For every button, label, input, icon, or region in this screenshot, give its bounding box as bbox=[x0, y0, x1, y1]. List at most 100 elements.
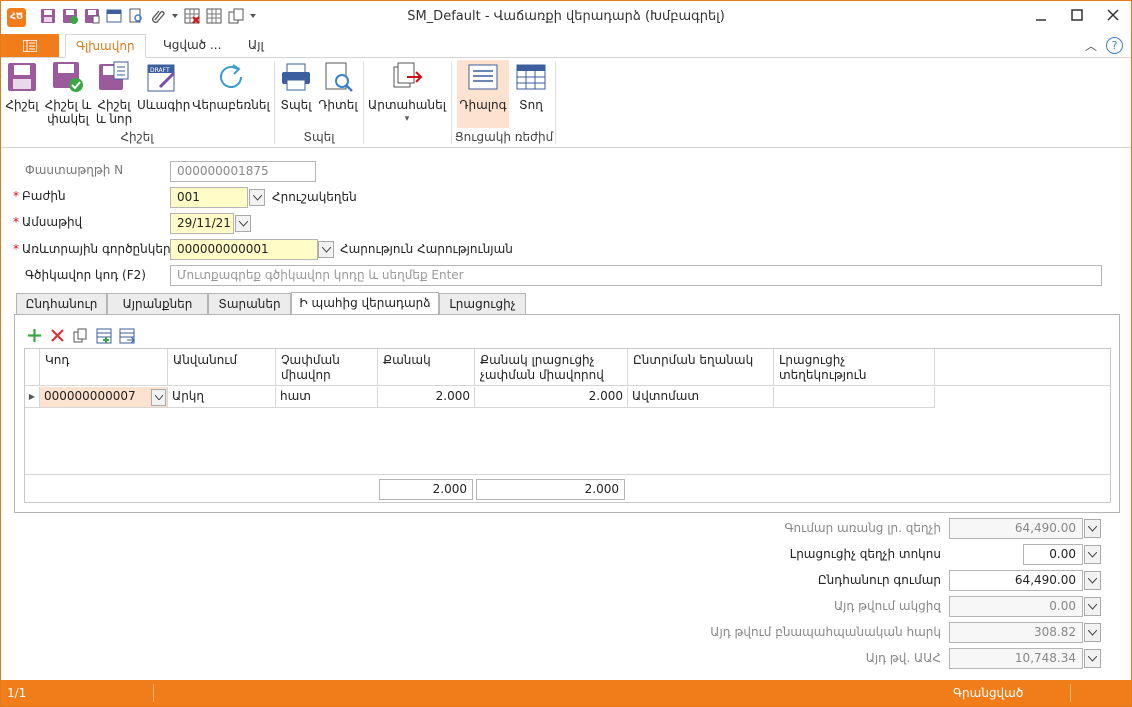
discount-pct-field[interactable]: 0.00 bbox=[1023, 544, 1083, 565]
column-header-code[interactable]: Կոդ bbox=[40, 349, 168, 386]
column-header-method[interactable]: Ընտրման եղանակ bbox=[628, 349, 774, 386]
grid-footer-divider bbox=[25, 474, 1110, 475]
department-field[interactable]: 001 bbox=[170, 187, 248, 208]
window-controls bbox=[1023, 1, 1131, 29]
excise-dropdown-icon[interactable] bbox=[1084, 597, 1101, 616]
delete-row-icon[interactable] bbox=[49, 327, 66, 344]
window-title: SM_Default - Վաճառքի վերադարձ (Խմբագրել) bbox=[407, 9, 725, 24]
barcode-label: Գծիկավոր կոդ (F2) bbox=[25, 268, 146, 282]
column-header-unit[interactable]: Չափման միավոր bbox=[276, 349, 378, 386]
row-indicator-header bbox=[25, 349, 40, 386]
cell-info[interactable] bbox=[774, 387, 935, 408]
tab-containers[interactable]: Տարաներ bbox=[208, 293, 291, 315]
row-pointer-icon: ▶ bbox=[25, 387, 40, 408]
total-amount-field[interactable]: 64,490.00 bbox=[949, 570, 1083, 591]
discount-pct-label: Լրացուցիչ զեղչի տոկոս bbox=[789, 547, 941, 561]
insert-rows-icon[interactable] bbox=[95, 327, 112, 344]
date-label: * Ամսաթիվ bbox=[13, 215, 83, 229]
save-button[interactable]: Հիշել bbox=[5, 60, 39, 112]
svg-text:DRAFT: DRAFT bbox=[150, 67, 170, 74]
copy-row-icon[interactable] bbox=[72, 327, 89, 344]
save-close-icon bbox=[43, 60, 93, 94]
cell-code[interactable]: 000000000007 bbox=[40, 387, 168, 408]
department-dropdown-icon[interactable] bbox=[249, 189, 265, 206]
reload-button[interactable]: Վերաբեռնել bbox=[191, 60, 271, 112]
draft-button[interactable]: DRAFT Սևագիր bbox=[137, 60, 190, 112]
total-amount-dropdown-icon[interactable] bbox=[1084, 571, 1101, 590]
print-group-label: Տպել bbox=[303, 130, 335, 144]
save-group-label: Հիշել bbox=[120, 130, 154, 144]
save-close-button[interactable]: Հիշել և փակել bbox=[43, 60, 93, 126]
file-menu-button[interactable] bbox=[1, 34, 59, 57]
group-divider bbox=[363, 62, 364, 144]
discount-pct-dropdown-icon[interactable] bbox=[1084, 545, 1101, 564]
save-new-button[interactable]: Հիշել և նոր bbox=[93, 60, 135, 126]
close-icon[interactable] bbox=[1095, 1, 1131, 29]
excise-label: Այդ թվում ակցիզ bbox=[833, 599, 941, 613]
tab-return-from-stock[interactable]: Ի պահից վերադարձ bbox=[291, 292, 439, 315]
calendar-dropdown-icon[interactable] bbox=[235, 215, 251, 232]
status-divider bbox=[1070, 684, 1071, 702]
group-divider bbox=[451, 62, 452, 144]
cell-name[interactable]: Արկղ bbox=[168, 387, 276, 408]
page-indicator: 1/1 bbox=[7, 686, 27, 700]
column-header-qty[interactable]: Քանակ bbox=[378, 349, 475, 386]
vat-field: 10,748.34 bbox=[949, 648, 1083, 669]
buyer-label: * Առևտրային գործընկեր bbox=[13, 242, 171, 256]
tab-additional[interactable]: Լրացուցիչ bbox=[439, 293, 526, 315]
preview-icon bbox=[317, 60, 359, 94]
save-new-icon bbox=[93, 60, 135, 94]
export-icon bbox=[367, 60, 447, 94]
add-row-icon[interactable] bbox=[26, 327, 43, 344]
save-icon bbox=[5, 60, 39, 94]
title-bar: ՀԾ SM_Default - Վաճառքի վերադարձ (Խմբագր… bbox=[1, 1, 1131, 34]
export-button[interactable]: Արտահանել ▾ bbox=[367, 60, 447, 126]
vat-label: Այդ թվ. ԱԱՀ bbox=[865, 651, 941, 665]
code-dropdown-icon[interactable] bbox=[151, 389, 166, 406]
app-window: ՀԾ SM_Default - Վաճառքի վերադարձ (Խմբագր… bbox=[0, 0, 1132, 707]
refresh-icon bbox=[191, 60, 271, 94]
buyer-field[interactable]: 000000000001 bbox=[170, 239, 318, 260]
status-divider bbox=[153, 684, 154, 702]
env-fee-field: 308.82 bbox=[949, 622, 1083, 643]
document-state: Գրանցված bbox=[953, 686, 1024, 700]
barcode-input[interactable]: Մուտքագրեք գծիկավոր կոդը և սեղմեք Enter bbox=[170, 265, 1102, 286]
column-header-filler bbox=[935, 349, 1110, 386]
draft-icon: DRAFT bbox=[137, 60, 187, 94]
preview-button[interactable]: Դիտել bbox=[317, 60, 359, 112]
cell-method[interactable]: Ավտոմատ bbox=[628, 387, 774, 408]
ribbon: Հիշել Հիշել և փակել Հիշել և նոր DRAFT Սև… bbox=[1, 58, 1131, 148]
dialog-mode-button[interactable]: Դիալոգ bbox=[457, 60, 509, 128]
tab-goods[interactable]: Այրանքներ bbox=[107, 293, 208, 315]
env-fee-label: Այդ թվում բնապահպանական հարկ bbox=[710, 625, 941, 639]
vat-dropdown-icon[interactable] bbox=[1084, 649, 1101, 668]
view-group-label: Ցուցակի ռեժիմ bbox=[454, 130, 554, 144]
department-label: * Բաժին bbox=[13, 189, 66, 203]
export-rows-icon[interactable] bbox=[118, 327, 135, 344]
printer-icon bbox=[277, 60, 315, 94]
without-discount-dropdown-icon[interactable] bbox=[1084, 519, 1101, 538]
tab-attached[interactable]: Կցված ... bbox=[153, 34, 231, 58]
date-field[interactable]: 29/11/21 bbox=[170, 213, 234, 234]
cell-unit[interactable]: հատ bbox=[276, 387, 378, 408]
cell-qty2[interactable]: 2.000 bbox=[475, 387, 628, 408]
help-icon[interactable]: ? bbox=[1106, 37, 1123, 54]
cell-qty[interactable]: 2.000 bbox=[378, 387, 475, 408]
doc-no-field: 000000001875 bbox=[170, 161, 316, 182]
buyer-name: Հարություն Հարությունյան bbox=[340, 242, 513, 256]
minimize-icon[interactable] bbox=[1023, 1, 1059, 29]
print-button[interactable]: Տպել bbox=[277, 60, 315, 112]
tab-other[interactable]: Այլ bbox=[238, 34, 274, 58]
column-header-qty2[interactable]: Քանակ լրացուցիչ չափման միավորով bbox=[475, 349, 628, 386]
buyer-dropdown-icon[interactable] bbox=[318, 241, 334, 258]
collapse-ribbon-icon[interactable]: ︿ bbox=[1085, 37, 1097, 54]
tab-main[interactable]: Գլխավոր bbox=[65, 34, 146, 58]
table-icon bbox=[513, 60, 549, 94]
column-header-info[interactable]: Լրացուցիչ տեղեկություն bbox=[774, 349, 935, 386]
row-mode-button[interactable]: Տող bbox=[513, 60, 549, 112]
column-header-name[interactable]: Անվանում bbox=[168, 349, 276, 386]
total-amount-label: Ընդհանուր գումար bbox=[817, 573, 941, 587]
maximize-icon[interactable] bbox=[1059, 1, 1095, 29]
env-fee-dropdown-icon[interactable] bbox=[1084, 623, 1101, 642]
tab-general[interactable]: Ընդհանուր bbox=[16, 293, 107, 315]
